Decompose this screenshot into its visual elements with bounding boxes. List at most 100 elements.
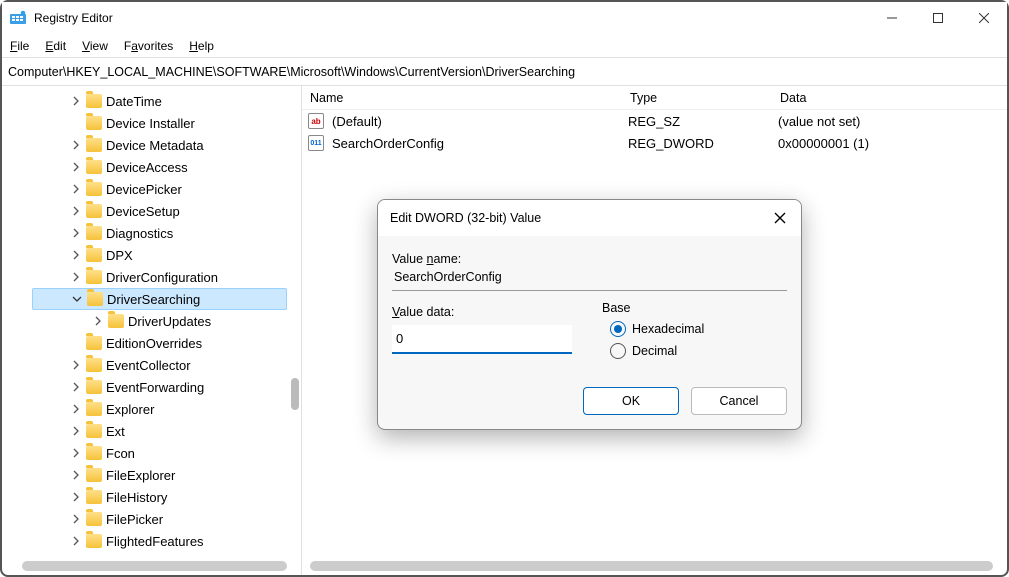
col-type[interactable]: Type [622,91,772,105]
list-horizontal-scrollbar[interactable] [310,561,993,571]
tree-item[interactable]: Ext [32,420,301,442]
folder-icon [86,204,102,218]
tree-item-label: DateTime [106,94,162,109]
menu-edit[interactable]: Edit [45,39,66,53]
cancel-button[interactable]: Cancel [691,387,787,415]
tree-item[interactable]: DeviceSetup [32,200,301,222]
list-header: Name Type Data [302,86,1007,110]
folder-icon [86,468,102,482]
value-data-input[interactable] [392,325,572,354]
tree-item-label: DeviceSetup [106,204,180,219]
cell-data: (value not set) [770,114,1007,129]
menu-help[interactable]: Help [189,39,214,53]
tree-item-label: EventCollector [106,358,191,373]
tree-item[interactable]: Device Installer [32,112,301,134]
chevron-right-icon[interactable] [70,447,82,459]
chevron-right-icon[interactable] [70,183,82,195]
menu-file[interactable]: File [10,39,29,53]
chevron-right-icon[interactable] [70,249,82,261]
minimize-button[interactable] [869,2,915,34]
tree-item[interactable]: DriverSearching [32,288,287,310]
chevron-right-icon[interactable] [70,139,82,151]
chevron-right-icon[interactable] [70,271,82,283]
tree-item[interactable]: Fcon [32,442,301,464]
radio-hex-label: Hexadecimal [632,322,704,336]
tree-item[interactable]: DevicePicker [32,178,301,200]
value-row[interactable]: ab(Default)REG_SZ(value not set) [302,110,1007,132]
value-row[interactable]: 011SearchOrderConfigREG_DWORD0x00000001 … [302,132,1007,154]
chevron-right-icon[interactable] [70,425,82,437]
radio-dec-label: Decimal [632,344,677,358]
folder-icon [86,116,102,130]
folder-icon [86,226,102,240]
tree-item-label: FlightedFeatures [106,534,204,549]
value-list[interactable]: ab(Default)REG_SZ(value not set)011Searc… [302,110,1007,154]
tree-item[interactable]: DeviceAccess [32,156,301,178]
tree-item-label: Device Installer [106,116,195,131]
address-text: Computer\HKEY_LOCAL_MACHINE\SOFTWARE\Mic… [8,65,575,79]
tree-item[interactable]: DateTime [32,90,301,112]
folder-icon [86,534,102,548]
dialog-buttons: OK Cancel [392,387,787,415]
tree-item[interactable]: FileHistory [32,486,301,508]
value-name-field[interactable]: SearchOrderConfig [392,266,787,291]
tree-item[interactable]: Device Metadata [32,134,301,156]
folder-icon [86,248,102,262]
tree-item[interactable]: FilePicker [32,508,301,530]
chevron-right-icon[interactable] [92,315,104,327]
menu-favorites[interactable]: Favorites [124,39,173,53]
chevron-right-icon[interactable] [70,469,82,481]
tree-item-label: Explorer [106,402,154,417]
chevron-right-icon[interactable] [70,381,82,393]
dialog-close-button[interactable] [771,209,789,227]
folder-icon [86,160,102,174]
address-bar[interactable]: Computer\HKEY_LOCAL_MACHINE\SOFTWARE\Mic… [2,58,1007,86]
menu-view[interactable]: View [82,39,108,53]
tree-item[interactable]: FileExplorer [32,464,301,486]
tree-item[interactable]: Explorer [32,398,301,420]
tree-item-label: FileExplorer [106,468,175,483]
folder-icon [86,182,102,196]
tree-item[interactable]: EventCollector [32,354,301,376]
chevron-right-icon[interactable] [70,403,82,415]
folder-icon [86,512,102,526]
radio-dec-indicator [610,343,626,359]
maximize-button[interactable] [915,2,961,34]
tree-item[interactable]: DPX [32,244,301,266]
chevron-right-icon[interactable] [70,535,82,547]
col-data[interactable]: Data [772,91,1007,105]
tree-item[interactable]: DriverConfiguration [32,266,301,288]
radio-decimal[interactable]: Decimal [610,343,787,359]
registry-tree[interactable]: DateTimeDevice InstallerDevice MetadataD… [2,86,301,557]
folder-icon [86,424,102,438]
folder-icon [87,292,103,306]
folder-icon [86,138,102,152]
tree-item-label: DriverUpdates [128,314,211,329]
tree-horizontal-scrollbar[interactable] [22,561,287,571]
cell-name: SearchOrderConfig [324,136,620,151]
cell-name: (Default) [324,114,620,129]
radio-hexadecimal[interactable]: Hexadecimal [610,321,787,337]
tree-item[interactable]: EventForwarding [32,376,301,398]
chevron-right-icon[interactable] [70,513,82,525]
tree-item-label: DPX [106,248,133,263]
ok-button[interactable]: OK [583,387,679,415]
chevron-right-icon[interactable] [70,359,82,371]
chevron-right-icon[interactable] [70,161,82,173]
tree-vertical-scrollbar-thumb[interactable] [291,378,299,410]
chevron-down-icon[interactable] [71,293,83,305]
chevron-right-icon[interactable] [70,227,82,239]
tree-item-label: Diagnostics [106,226,173,241]
tree-pane: DateTimeDevice InstallerDevice MetadataD… [2,86,302,575]
cell-type: REG_DWORD [620,136,770,151]
tree-item[interactable]: EditionOverrides [32,332,301,354]
close-button[interactable] [961,2,1007,34]
value-name-label: Value name: [392,252,787,266]
tree-item[interactable]: FlightedFeatures [32,530,301,552]
col-name[interactable]: Name [302,91,622,105]
tree-item[interactable]: DriverUpdates [32,310,301,332]
chevron-right-icon[interactable] [70,95,82,107]
chevron-right-icon[interactable] [70,205,82,217]
chevron-right-icon[interactable] [70,491,82,503]
tree-item[interactable]: Diagnostics [32,222,301,244]
